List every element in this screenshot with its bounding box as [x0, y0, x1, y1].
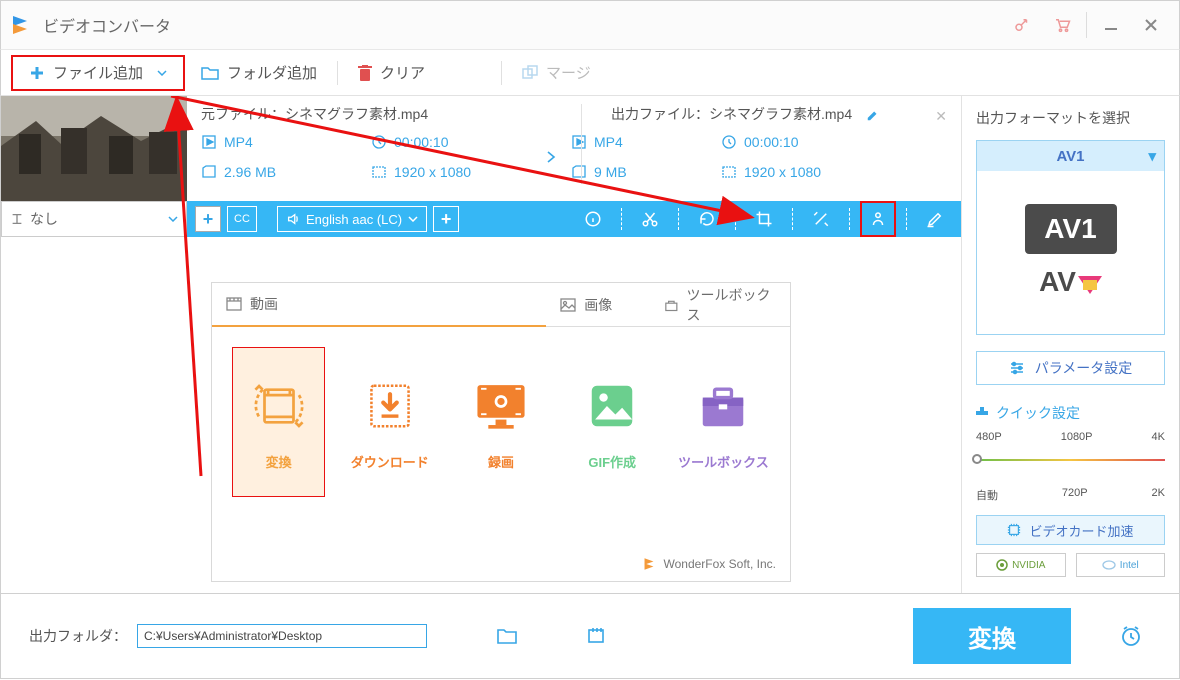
toolbar: ファイル追加 フォルダ追加 クリア マージ: [0, 50, 1180, 96]
clear-button[interactable]: クリア: [342, 55, 441, 91]
add-folder-button[interactable]: フォルダ追加: [185, 55, 333, 91]
separator: [501, 61, 502, 85]
audio-track-select[interactable]: English aac (LC): [277, 206, 427, 232]
tab-toolbox[interactable]: ツールボックス: [650, 283, 790, 327]
module-panel: 動画 画像 ツールボックス 変換 ダウンロード: [211, 282, 791, 582]
add-folder-label: フォルダ追加: [227, 62, 317, 83]
resolution-labels-bottom: 自動720P2K: [976, 487, 1165, 503]
gpu-accel-button[interactable]: ビデオカード加速: [976, 515, 1165, 545]
module-record[interactable]: 録画: [454, 347, 547, 497]
cart-icon[interactable]: [1042, 5, 1082, 45]
output-format-title: 出力フォーマットを選択: [976, 108, 1165, 128]
module-gif[interactable]: GIF作成: [566, 347, 659, 497]
merge-label: マージ: [546, 62, 591, 83]
module-download[interactable]: ダウンロード: [343, 347, 436, 497]
app-title: ビデオコンバータ: [43, 13, 1002, 37]
add-file-label: ファイル追加: [53, 62, 143, 83]
tab-image[interactable]: 画像: [546, 283, 650, 327]
bottom-bar: 出力フォルダ： 変換: [0, 593, 1180, 679]
titlebar: ビデオコンバータ: [0, 0, 1180, 50]
separator: [1086, 12, 1087, 38]
output-folder-label: 出力フォルダ：: [29, 626, 127, 646]
source-duration: 00:00:10: [371, 134, 541, 150]
open-folder-icon[interactable]: [487, 616, 527, 656]
source-size: 2.96 MB: [201, 164, 371, 180]
rotate-icon[interactable]: [689, 201, 725, 237]
cut-icon[interactable]: [632, 201, 668, 237]
add-file-button[interactable]: ファイル追加: [11, 55, 185, 91]
merge-button[interactable]: マージ: [506, 55, 607, 91]
separator: [337, 61, 338, 85]
resolution-slider[interactable]: 480P1080P4K: [976, 431, 1165, 469]
file-name-row: 元ファイル：シネマグラフ素材.mp4 出力ファイル：シネマグラフ素材.mp4: [201, 104, 947, 124]
intel-tag: Intel: [1076, 553, 1166, 577]
av1-badge-icon: AV1: [1025, 204, 1117, 254]
subtitle-select[interactable]: なし: [1, 201, 187, 237]
effects-icon[interactable]: [803, 201, 839, 237]
close-icon[interactable]: [1131, 5, 1171, 45]
output-folder-input[interactable]: [137, 624, 427, 648]
cc-button[interactable]: CC: [227, 206, 257, 232]
convert-button[interactable]: 変換: [913, 608, 1071, 664]
quick-settings-title: クイック設定: [976, 403, 1165, 423]
av1-logo-icon: AV: [1039, 266, 1102, 298]
output-format-panel: 出力フォーマットを選択 AV1 ▾ AV1 AV パラメータ設定 クイック設定 …: [961, 96, 1179, 593]
add-subtitle-button[interactable]: +: [195, 206, 221, 232]
schedule-icon[interactable]: [1111, 616, 1151, 656]
action-bar: なし + CC English aac (LC) +: [1, 201, 961, 237]
video-thumbnail[interactable]: [1, 96, 187, 201]
panel-footer: WonderFox Soft, Inc.: [642, 557, 777, 571]
edit-pen-icon[interactable]: [917, 201, 953, 237]
module-convert[interactable]: 変換: [232, 347, 325, 497]
nvidia-tag: NVIDIA: [976, 553, 1066, 577]
crop-icon[interactable]: [746, 201, 782, 237]
watermark-icon[interactable]: [860, 201, 896, 237]
file-entry: ✕ 元ファイル：シネマグラフ素材.mp4 出力ファイル：シネマグラフ素材.mp4…: [1, 96, 961, 201]
add-audio-button[interactable]: +: [433, 206, 459, 232]
batch-icon[interactable]: [577, 616, 617, 656]
app-logo-icon: [9, 14, 31, 36]
format-selector[interactable]: AV1 ▾ AV1 AV: [976, 140, 1165, 335]
clear-label: クリア: [380, 62, 425, 83]
key-icon[interactable]: [1002, 5, 1042, 45]
info-icon[interactable]: [575, 201, 611, 237]
source-resolution: 1920 x 1080: [371, 164, 541, 180]
source-format: MP4: [201, 134, 371, 150]
module-toolbox[interactable]: ツールボックス: [677, 347, 770, 497]
tab-video[interactable]: 動画: [212, 283, 546, 327]
minimize-icon[interactable]: [1091, 5, 1131, 45]
parameter-settings-button[interactable]: パラメータ設定: [976, 351, 1165, 385]
